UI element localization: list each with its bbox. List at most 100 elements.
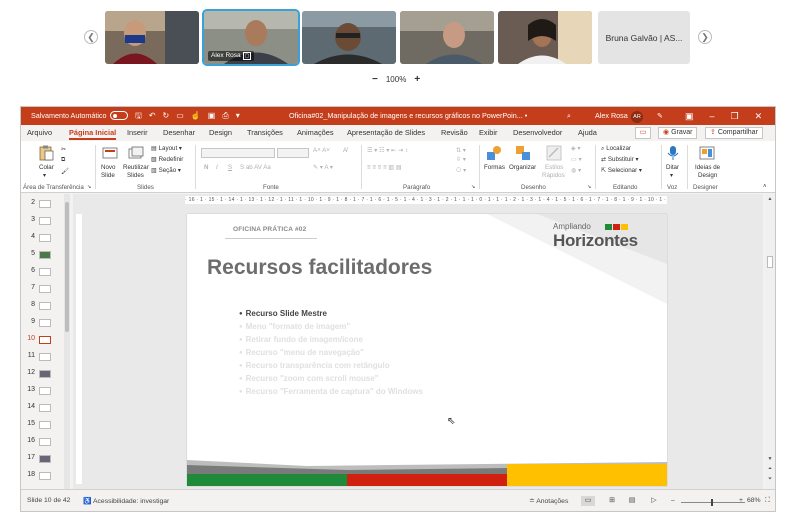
participant-tile-4[interactable] xyxy=(400,11,494,64)
select-button[interactable]: ⇱ Selecionar ▾ xyxy=(601,167,642,174)
quick-styles-label[interactable]: Estilos xyxy=(545,164,563,171)
scroll-down-icon[interactable]: ▼ xyxy=(765,456,775,462)
dialog-launcher-icon[interactable]: ↘ xyxy=(471,184,475,190)
quick-styles-icon[interactable] xyxy=(546,145,562,161)
scroll-up-icon[interactable]: ▲ xyxy=(765,196,775,202)
tab-revisao[interactable]: Revisão xyxy=(441,128,468,137)
layout-button[interactable]: ▤ Layout ▾ xyxy=(151,145,182,152)
participant-tile-2[interactable]: Alex Rosa ▢ xyxy=(202,9,300,66)
tab-apresentacao[interactable]: Apresentação de Slides xyxy=(347,128,425,137)
font-name-field[interactable] xyxy=(201,148,275,158)
participant-tile-5[interactable] xyxy=(498,11,592,64)
tab-design[interactable]: Design xyxy=(209,128,232,137)
restore-icon[interactable]: ❐ xyxy=(731,107,739,125)
smartart-icon[interactable]: ⎔ ▾ xyxy=(456,167,466,174)
alignment-icons[interactable]: ≡ ≡ ≡ ≡ ▥ ▤ xyxy=(367,164,402,171)
dictate-dropdown-icon[interactable]: ▾ xyxy=(670,172,673,179)
thumbnail-scrollbar[interactable] xyxy=(64,194,70,489)
touch-mode-icon[interactable]: ☝ xyxy=(191,107,201,125)
tab-ajuda[interactable]: Ajuda xyxy=(578,128,597,137)
zoom-out-icon[interactable]: – xyxy=(671,497,675,504)
tab-pagina-inicial[interactable]: Página Inicial xyxy=(69,128,117,140)
share-button[interactable]: ⇪ Compartilhar xyxy=(705,127,763,139)
shape-outline-icon[interactable]: ▭ ▾ xyxy=(571,156,582,163)
tab-transicoes[interactable]: Transições xyxy=(247,128,283,137)
new-slide-icon[interactable] xyxy=(102,145,118,161)
paste-label[interactable]: Colar xyxy=(39,164,54,171)
reset-button[interactable]: ▧ Redefinir xyxy=(151,156,183,163)
participant-tile-3[interactable] xyxy=(302,11,396,64)
text-direction-icon[interactable]: ⇅ ▾ xyxy=(456,147,466,154)
search-icon[interactable]: ⌕ xyxy=(567,107,571,125)
font-effects-icons[interactable]: S ab AV Aa xyxy=(240,164,271,171)
arrange-icon[interactable] xyxy=(515,145,531,161)
participant-tile-text[interactable]: Bruna Galvão | AS... xyxy=(598,11,690,64)
undo-icon[interactable]: ↶ xyxy=(149,107,156,125)
paste-icon[interactable] xyxy=(38,145,54,161)
zoom-in-icon[interactable]: + xyxy=(739,497,743,504)
present-icon[interactable]: ▭ xyxy=(176,107,184,125)
next-slide-icon[interactable]: ⏷ xyxy=(765,476,775,482)
font-color-icon[interactable]: ✎ ▾ A ▾ xyxy=(313,164,333,171)
increase-font-icon[interactable]: A˄ A˅ xyxy=(313,147,330,154)
canvas-scrollbar[interactable]: ▲ ▼ ⏶ ⏷ xyxy=(765,194,775,489)
reading-view-icon[interactable]: ▤ xyxy=(625,496,639,506)
normal-view-icon[interactable]: ▭ xyxy=(581,496,595,506)
new-slide-label-2[interactable]: Slide xyxy=(101,172,115,179)
collapse-ribbon-icon[interactable]: ˄ xyxy=(763,184,767,190)
arrange-label[interactable]: Organizar xyxy=(509,164,536,171)
shape-fill-icon[interactable]: ◈ ▾ xyxy=(571,145,581,152)
find-button[interactable]: ⌕ Localizar xyxy=(601,145,631,153)
font-size-field[interactable] xyxy=(277,148,309,158)
copy-icon[interactable]: ⧉ xyxy=(61,156,65,164)
previous-slide-icon[interactable]: ⏶ xyxy=(765,466,775,472)
chevron-left-icon[interactable]: ❮ xyxy=(84,30,98,44)
save-icon[interactable]: 🖫 xyxy=(135,107,142,125)
zoom-in-button[interactable]: + xyxy=(414,74,420,85)
reuse-slides-label-2[interactable]: Slides xyxy=(127,172,144,179)
slideshow-icon[interactable]: ▷ xyxy=(647,496,661,506)
shapes-icon[interactable] xyxy=(486,145,502,161)
open-icon[interactable]: ▣ xyxy=(208,107,216,125)
redo-icon[interactable]: ↻ xyxy=(163,107,170,125)
shapes-label[interactable]: Formas xyxy=(484,164,505,171)
customize-icon[interactable]: ▾ xyxy=(236,107,240,125)
design-ideas-icon[interactable] xyxy=(699,145,715,161)
paste-dropdown-icon[interactable]: ▾ xyxy=(43,172,46,179)
tab-desenvolvedor[interactable]: Desenvolvedor xyxy=(513,128,562,137)
align-text-icon[interactable]: ⇳ ▾ xyxy=(456,156,466,163)
reuse-slides-icon[interactable] xyxy=(128,145,144,161)
bullet-list[interactable]: Recurso Slide Mestre Menu "formato de im… xyxy=(239,308,423,399)
slide-sorter-icon[interactable]: ⊞ xyxy=(605,496,619,506)
pen-icon[interactable]: ✎ xyxy=(657,107,663,125)
comments-button[interactable]: ▭ xyxy=(635,127,651,139)
dictate-label[interactable]: Ditar xyxy=(666,164,679,171)
avatar[interactable]: AR xyxy=(631,107,643,125)
tab-animacoes[interactable]: Animações xyxy=(297,128,334,137)
autosave-toggle[interactable] xyxy=(107,107,128,125)
scrollbar-thumb[interactable] xyxy=(767,256,773,268)
dialog-launcher-icon[interactable]: ↘ xyxy=(87,184,91,190)
slide-title[interactable]: Recursos facilitadores xyxy=(207,256,432,280)
chevron-right-icon[interactable]: ❯ xyxy=(698,30,712,44)
reuse-slides-label[interactable]: Reutilizar xyxy=(123,164,149,171)
fit-to-window-icon[interactable]: ⛶ xyxy=(765,497,770,505)
bullets-icon[interactable]: ☰ ▾ ☷ ▾ ⇤ ⇥ ↕ xyxy=(367,147,408,154)
format-painter-icon[interactable]: 🖌 xyxy=(61,167,69,175)
tab-desenhar[interactable]: Desenhar xyxy=(163,128,195,137)
close-icon[interactable]: ✕ xyxy=(755,107,763,125)
design-ideas-label[interactable]: Ideias de xyxy=(695,164,720,171)
slide[interactable]: OFICINA PRÁTICA #02 Ampliando Horizontes… xyxy=(187,214,667,486)
quick-styles-label-2[interactable]: Rápidos xyxy=(542,172,565,179)
notes-button[interactable]: ≐ Anotações xyxy=(529,497,568,505)
new-slide-label[interactable]: Novo xyxy=(101,164,115,171)
ribbon-display-icon[interactable]: ▣ xyxy=(685,107,694,125)
tab-inserir[interactable]: Inserir xyxy=(127,128,148,137)
underline-button[interactable]: S xyxy=(228,164,232,171)
print-icon[interactable]: ⎙ xyxy=(222,107,228,125)
dialog-launcher-icon[interactable]: ↘ xyxy=(587,184,591,190)
tab-exibir[interactable]: Exibir xyxy=(479,128,497,137)
italic-button[interactable]: I xyxy=(216,164,218,171)
participant-tile-1[interactable] xyxy=(105,11,199,64)
record-button[interactable]: ◉ Gravar xyxy=(658,127,698,139)
